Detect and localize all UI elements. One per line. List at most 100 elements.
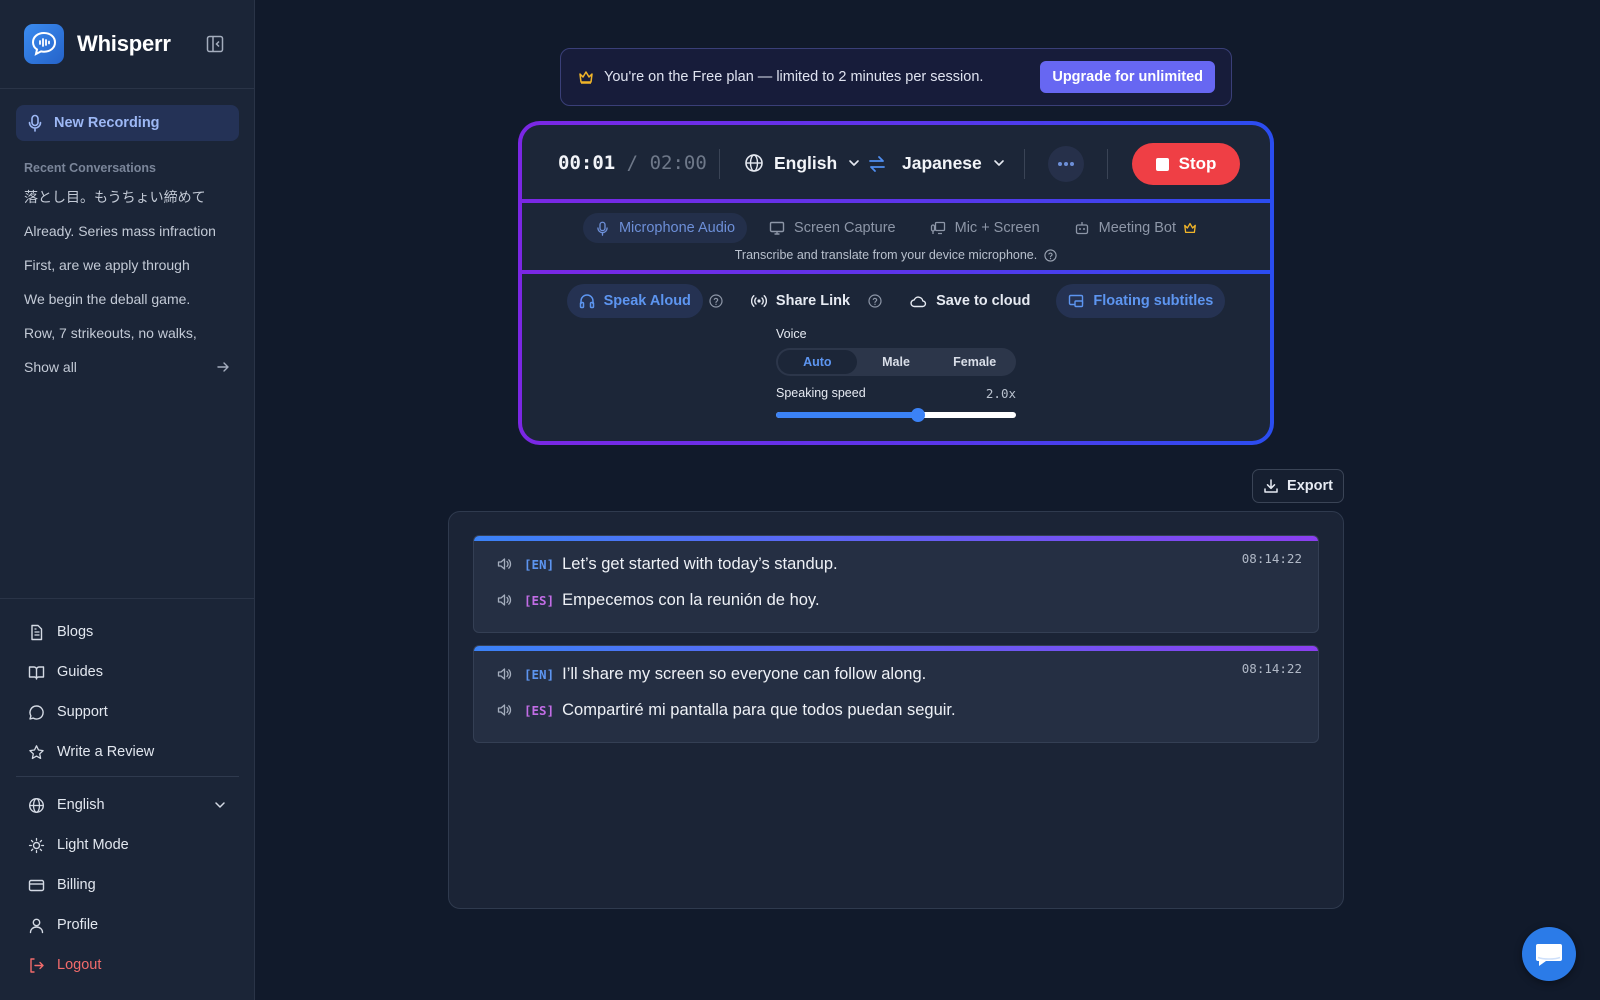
mic-screen-icon (930, 220, 946, 236)
speaking-speed-label: Speaking speed (776, 386, 866, 400)
speaker-icon[interactable] (496, 556, 512, 572)
speaker-icon[interactable] (496, 702, 512, 718)
stop-square-icon (1155, 157, 1169, 171)
source-line: [EN] Let’s get started with today’s stan… (496, 552, 838, 576)
sidebar-item-support[interactable]: Support (16, 692, 239, 732)
tab-meeting-bot[interactable]: Meeting Bot (1062, 213, 1209, 243)
voice-option-male[interactable]: Male (857, 350, 936, 374)
stop-button[interactable]: Stop (1132, 143, 1240, 185)
cloud-icon (910, 294, 927, 309)
show-all-label: Show all (24, 359, 77, 375)
download-icon (1263, 478, 1279, 494)
broadcast-icon (750, 293, 767, 309)
floating-subtitles-toggle[interactable]: Floating subtitles (1056, 284, 1226, 318)
target-language-label: Japanese (902, 152, 982, 173)
save-to-cloud-toggle[interactable]: Save to cloud (898, 284, 1042, 318)
tab-mic-plus-screen[interactable]: Mic + Screen (918, 213, 1052, 243)
source-language-tag: [EN] (524, 556, 555, 572)
new-recording-label: New Recording (54, 115, 160, 131)
speak-aloud-toggle[interactable]: Speak Aloud (566, 284, 703, 318)
slider-fill (776, 412, 918, 418)
recent-conversation[interactable]: First, are we apply through (24, 255, 234, 289)
sidebar-item-billing[interactable]: Billing (16, 865, 239, 905)
brand[interactable]: Whisperr (24, 24, 171, 64)
logout-icon (28, 957, 45, 974)
source-description-text: Transcribe and translate from your devic… (734, 248, 1038, 262)
crown-icon (1183, 221, 1197, 235)
translated-text: Compartiré mi pantalla para que todos pu… (562, 700, 956, 719)
transcript-panel: 08:14:22 [EN] Let’s get started with tod… (448, 511, 1344, 909)
help-circle-icon[interactable] (868, 294, 882, 308)
monitor-icon (769, 220, 785, 236)
voice-option-female[interactable]: Female (935, 350, 1014, 374)
audio-source-section: Microphone Audio Screen Capture Mic + Sc… (522, 203, 1270, 270)
chat-support-button[interactable] (1522, 927, 1576, 981)
sidebar-item-label: Profile (57, 917, 99, 933)
sidebar-item-profile[interactable]: Profile (16, 905, 239, 945)
audio-source-tabs: Microphone Audio Screen Capture Mic + Sc… (522, 213, 1270, 243)
chat-icon (1534, 940, 1564, 968)
divider (1107, 149, 1108, 179)
sidebar-item-write-review[interactable]: Write a Review (16, 732, 239, 772)
tab-screen-capture[interactable]: Screen Capture (757, 213, 908, 243)
free-plan-banner: You're on the Free plan — limited to 2 m… (560, 48, 1232, 106)
microphone-icon (595, 221, 610, 236)
show-all-link[interactable]: Show all (24, 357, 230, 377)
sidebar-item-label: Blogs (57, 624, 94, 640)
chevron-down-icon (992, 156, 1006, 170)
save-to-cloud-label: Save to cloud (936, 293, 1031, 309)
voice-option-auto[interactable]: Auto (778, 350, 857, 374)
recorder-panel: 00:01 / 02:00 English Japanese Stop Micr… (518, 121, 1274, 445)
tab-microphone-audio[interactable]: Microphone Audio (582, 213, 748, 243)
logout-label: Logout (57, 957, 102, 973)
voice-selector: Auto Male Female (776, 348, 1016, 376)
target-language-tag: [ES] (524, 592, 555, 608)
export-label: Export (1287, 478, 1333, 494)
more-options-button[interactable] (1048, 146, 1084, 182)
help-circle-icon[interactable] (709, 294, 723, 308)
upgrade-button[interactable]: Upgrade for unlimited (1040, 61, 1215, 93)
entry-timestamp: 08:14:22 (1241, 551, 1302, 566)
credit-card-icon (28, 877, 45, 894)
swap-languages-icon[interactable] (867, 154, 887, 174)
sidebar-item-guides[interactable]: Guides (16, 652, 239, 692)
recent-conversation[interactable]: 落とし目。もうちょい締めて (24, 187, 234, 221)
export-button[interactable]: Export (1252, 469, 1344, 503)
transcript-entry: 08:14:22 [EN] I’ll share my screen so ev… (473, 645, 1319, 743)
recent-conversation[interactable]: Already. Series mass infraction (24, 221, 234, 255)
collapse-sidebar-icon[interactable] (204, 33, 226, 55)
logout-button[interactable]: Logout (16, 945, 239, 985)
microphone-icon (26, 114, 44, 132)
recent-conversations-list: 落とし目。もうちょい締めて Already. Series mass infra… (24, 187, 234, 377)
time-limit: 02:00 (649, 152, 707, 174)
translation-line: [ES] Compartiré mi pantalla para que tod… (496, 698, 956, 722)
timer-separator: / (626, 152, 639, 174)
more-dots-icon (1057, 161, 1075, 167)
speaking-speed-slider[interactable] (776, 408, 1016, 422)
sidebar-links: Blogs Guides Support Write a Review Engl… (16, 612, 239, 985)
elapsed-time: 00:01 (558, 152, 616, 174)
source-text: Let’s get started with today’s standup. (562, 554, 838, 573)
theme-toggle[interactable]: Light Mode (16, 825, 239, 865)
new-recording-button[interactable]: New Recording (16, 105, 239, 141)
speaker-icon[interactable] (496, 592, 512, 608)
sidebar: Whisperr New Recording Recent Conversati… (0, 0, 255, 1000)
chevron-down-icon (847, 156, 861, 170)
share-link-toggle[interactable]: Share Link (739, 284, 862, 318)
speak-aloud-label: Speak Aloud (603, 293, 691, 309)
divider (0, 88, 255, 89)
target-language-dropdown[interactable]: Japanese (902, 149, 1006, 177)
speaker-icon[interactable] (496, 666, 512, 682)
recent-conversation[interactable]: Row, 7 strikeouts, no walks, (24, 323, 234, 357)
help-circle-icon[interactable] (1044, 248, 1057, 262)
transcript-entry: 08:14:22 [EN] Let’s get started with tod… (473, 535, 1319, 633)
stop-label: Stop (1178, 154, 1217, 173)
recent-conversation[interactable]: We begin the deball game. (24, 289, 234, 323)
sidebar-item-blogs[interactable]: Blogs (16, 612, 239, 652)
source-language-dropdown[interactable]: English (744, 149, 861, 177)
user-icon (28, 917, 45, 934)
slider-thumb[interactable] (910, 408, 925, 422)
tab-label: Screen Capture (794, 220, 896, 236)
language-selector[interactable]: English (16, 785, 239, 825)
target-language-tag: [ES] (524, 702, 555, 718)
